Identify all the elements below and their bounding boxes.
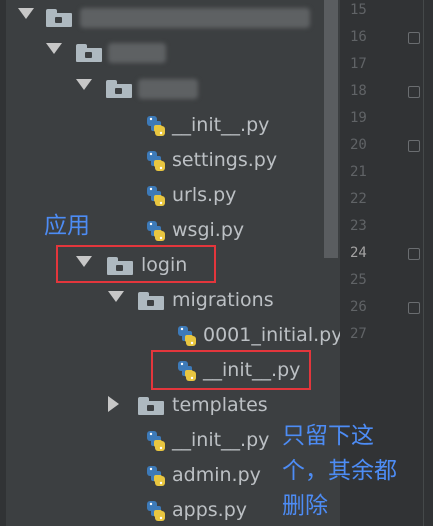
line-number: 16 [350, 29, 367, 45]
folder-icon [106, 80, 132, 98]
folder-label: migrations [172, 289, 274, 311]
fold-marker-icon[interactable] [408, 86, 420, 98]
python-file-icon [147, 116, 165, 136]
line-number: 17 [350, 56, 367, 72]
chevron-right-icon[interactable] [108, 396, 119, 412]
file-label: __init__.py [172, 429, 270, 451]
annotation-keep-line2: 个，其余都 [282, 458, 397, 484]
line-number: 21 [350, 164, 367, 180]
file-label: wsgi.py [172, 219, 245, 241]
file-label: settings.py [172, 149, 278, 171]
fold-marker-icon[interactable] [408, 248, 420, 260]
redacted-folder-name [138, 79, 198, 99]
chevron-down-icon[interactable] [108, 291, 124, 302]
python-file-icon [147, 221, 165, 241]
annotation-app: 应用 [44, 213, 90, 239]
redacted-project-name [80, 8, 310, 28]
folder-icon [76, 44, 102, 62]
line-number: 26 [350, 299, 367, 315]
line-number: 25 [350, 272, 367, 288]
fold-marker-icon[interactable] [408, 140, 420, 152]
tree-row-root[interactable] [0, 0, 340, 34]
file-label: 0001_initial.py [203, 324, 340, 346]
folder-icon [138, 292, 164, 310]
tree-row-file[interactable]: __init__.py [0, 108, 340, 142]
annotation-keep-line3: 删除 [282, 493, 328, 519]
file-label: apps.py [172, 499, 248, 521]
line-number: 27 [350, 326, 367, 342]
line-number: 19 [350, 110, 367, 126]
line-number-current: 24 [350, 245, 367, 261]
python-file-icon [147, 186, 165, 206]
tree-row-inner-package[interactable] [0, 71, 340, 105]
tree-scrollbar[interactable] [324, 0, 338, 258]
python-file-icon [147, 466, 165, 486]
python-file-icon [178, 326, 196, 346]
tree-row-file[interactable]: 0001_initial.py [0, 318, 340, 352]
line-number: 23 [350, 218, 367, 234]
python-file-icon [147, 501, 165, 521]
tree-row-file[interactable]: settings.py [0, 143, 340, 177]
line-number: 18 [350, 83, 367, 99]
redacted-folder-name [108, 43, 166, 63]
line-number: 15 [350, 2, 367, 18]
folder-icon [46, 9, 72, 27]
editor-right-edge [423, 0, 424, 526]
folder-icon [138, 397, 164, 415]
highlight-box-login [56, 245, 216, 283]
annotation-keep-line1: 只留下这 [282, 423, 374, 449]
fold-marker-icon[interactable] [408, 302, 420, 314]
folder-label: templates [172, 394, 268, 416]
line-number: 22 [350, 191, 367, 207]
file-label: urls.py [172, 184, 237, 206]
fold-marker-icon[interactable] [408, 32, 420, 44]
chevron-down-icon[interactable] [18, 8, 34, 19]
chevron-down-icon[interactable] [46, 43, 62, 54]
chevron-down-icon[interactable] [76, 79, 92, 90]
python-file-icon [147, 431, 165, 451]
file-label: __init__.py [172, 114, 270, 136]
tree-row-project-package[interactable] [0, 35, 340, 69]
highlight-box-init [151, 350, 311, 390]
line-number: 20 [350, 137, 367, 153]
tree-row-migrations[interactable]: migrations [0, 283, 340, 317]
file-label: admin.py [172, 464, 261, 486]
python-file-icon [147, 151, 165, 171]
